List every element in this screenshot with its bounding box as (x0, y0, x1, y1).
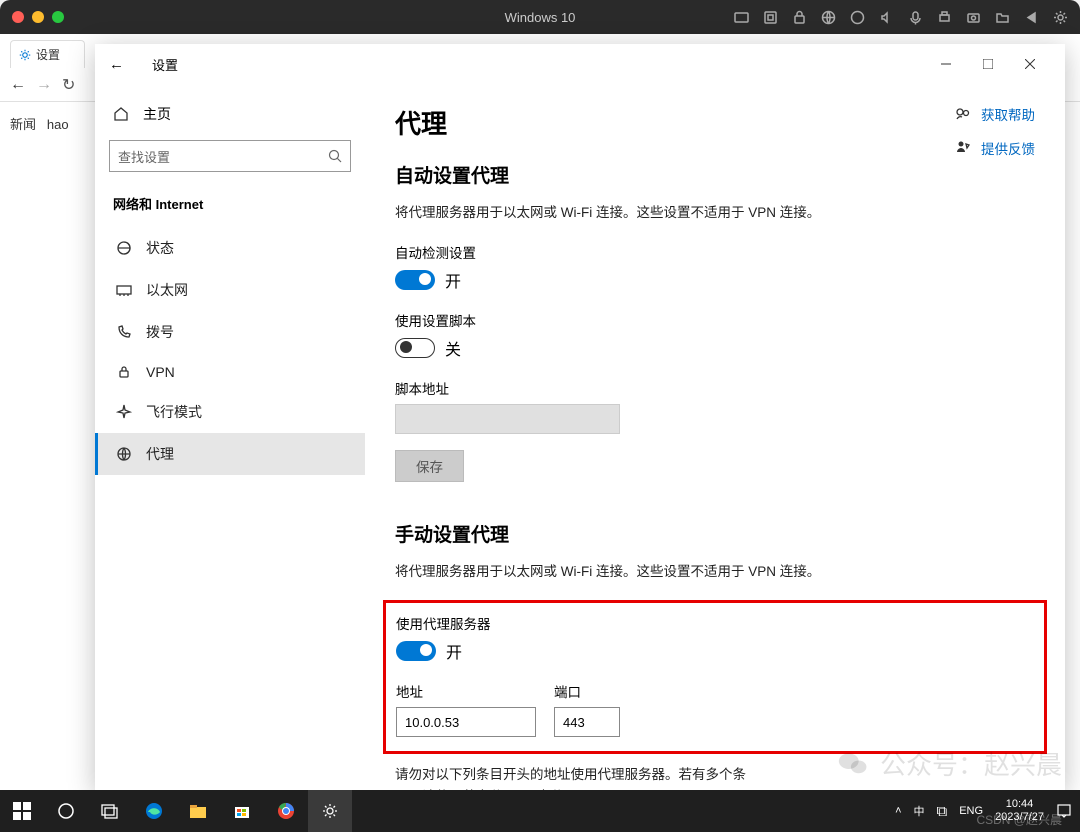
sidebar-item-label: 拨号 (146, 322, 174, 342)
feedback-label: 提供反馈 (981, 138, 1035, 158)
mac-titlebar: Windows 10 (0, 0, 1080, 34)
sidebar-item-dialup[interactable]: 拨号 (95, 311, 365, 353)
store-button[interactable] (220, 790, 264, 832)
vm-title: Windows 10 (0, 10, 1080, 25)
auto-detect-label: 自动检测设置 (395, 242, 1035, 262)
browser-page-links: 新闻 hao (0, 102, 95, 145)
settings-main: 获取帮助 提供反馈 代理 自动设置代理 将代理服务器用于以太网或 Wi-Fi 连… (365, 84, 1065, 790)
help-label: 获取帮助 (981, 104, 1035, 124)
proxy-port-input[interactable] (554, 707, 620, 737)
sidebar-item-vpn[interactable]: VPN (95, 353, 365, 391)
start-button[interactable] (0, 790, 44, 832)
search-placeholder: 查找设置 (118, 147, 170, 166)
browser-tab[interactable]: 设置 (10, 40, 85, 68)
edge-button[interactable] (132, 790, 176, 832)
taskbar: ˄ 中 ⧉ ENG 10:44 2023/7/27 (0, 790, 1080, 832)
sidebar-item-proxy[interactable]: 代理 (95, 433, 365, 475)
forward-button: → (36, 76, 52, 94)
sidebar-category: 网络和 Internet (95, 190, 365, 227)
feedback-icon (955, 140, 971, 156)
use-proxy-toggle[interactable] (396, 641, 436, 661)
sidebar-item-status[interactable]: 状态 (95, 227, 365, 269)
auto-save-button: 保存 (395, 450, 464, 482)
taskview-button[interactable] (88, 790, 132, 832)
maximize-button[interactable] (967, 48, 1009, 80)
wechat-icon (836, 747, 870, 781)
search-icon (328, 149, 342, 163)
home-icon (113, 106, 129, 122)
sidebar-home[interactable]: 主页 (95, 94, 365, 134)
news-link[interactable]: 新闻 (10, 117, 36, 132)
sidebar-item-label: 以太网 (146, 280, 188, 300)
feedback-link[interactable]: 提供反馈 (955, 138, 1035, 158)
auto-desc: 将代理服务器用于以太网或 Wi-Fi 连接。这些设置不适用于 VPN 连接。 (395, 202, 1035, 224)
highlight-box: 使用代理服务器 开 地址 端口 (383, 600, 1047, 754)
minimize-button[interactable] (925, 48, 967, 80)
use-proxy-state: 开 (446, 639, 462, 663)
close-button[interactable] (1009, 48, 1051, 80)
settings-window: ← 设置 主页 查找设置 网络和 Internet (95, 44, 1065, 790)
tray-chevron-icon[interactable]: ˄ (895, 805, 901, 817)
right-links: 获取帮助 提供反馈 (955, 104, 1035, 172)
proxy-icon (116, 446, 132, 462)
status-icon (116, 240, 132, 256)
sidebar-item-label: 代理 (146, 444, 174, 464)
explorer-button[interactable] (176, 790, 220, 832)
ime-squares-icon[interactable]: ⧉ (937, 803, 948, 820)
manual-desc: 将代理服务器用于以太网或 Wi-Fi 连接。这些设置不适用于 VPN 连接。 (395, 561, 1035, 583)
vpn-icon (116, 364, 132, 380)
use-proxy-label: 使用代理服务器 (396, 613, 1034, 633)
dialup-icon (116, 324, 132, 340)
settings-header: ← 设置 (95, 44, 1065, 84)
search-input[interactable]: 查找设置 (109, 140, 351, 172)
help-link[interactable]: 获取帮助 (955, 104, 1035, 124)
script-label: 使用设置脚本 (395, 310, 1035, 330)
port-label: 端口 (554, 681, 620, 701)
watermark-csdn: CSDN @赵兴晨 (976, 811, 1062, 828)
sidebar-item-ethernet[interactable]: 以太网 (95, 269, 365, 311)
addr-label: 地址 (396, 681, 536, 701)
back-button[interactable]: ← (10, 76, 26, 94)
sidebar-item-label: 飞行模式 (146, 402, 202, 422)
settings-sidebar: 主页 查找设置 网络和 Internet 状态 以太网 拨号 (95, 84, 365, 790)
help-icon (955, 106, 971, 122)
script-toggle[interactable] (395, 338, 435, 358)
ime-chinese[interactable]: 中 (914, 803, 925, 819)
reload-button[interactable]: ↻ (62, 75, 75, 95)
settings-title: 设置 (152, 55, 178, 74)
browser-tab-label: 设置 (36, 46, 60, 63)
watermark-wechat: 公众号：赵兴晨 (836, 745, 1062, 782)
cortana-button[interactable] (44, 790, 88, 832)
script-state: 关 (445, 336, 461, 360)
page-title: 代理 (395, 104, 1035, 141)
sidebar-item-label: 状态 (146, 238, 174, 258)
airplane-icon (116, 404, 132, 420)
auto-heading: 自动设置代理 (395, 161, 1035, 188)
exclude-desc: 请勿对以下列条目开头的地址使用代理服务器。若有多个条目，请使用英文分号 (;) … (395, 764, 765, 790)
script-addr-input (395, 404, 620, 434)
gear-icon (19, 49, 31, 61)
back-arrow[interactable]: ← (109, 56, 124, 73)
auto-detect-toggle[interactable] (395, 270, 435, 290)
settings-taskbar-button[interactable] (308, 790, 352, 832)
auto-detect-state: 开 (445, 268, 461, 292)
ethernet-icon (116, 282, 132, 298)
sidebar-item-label: VPN (146, 364, 175, 380)
script-addr-label: 脚本地址 (395, 378, 1035, 398)
manual-heading: 手动设置代理 (395, 520, 1035, 547)
sidebar-item-airplane[interactable]: 飞行模式 (95, 391, 365, 433)
sidebar-home-label: 主页 (143, 104, 171, 124)
hao-link[interactable]: hao (47, 117, 69, 132)
proxy-address-input[interactable] (396, 707, 536, 737)
chrome-button[interactable] (264, 790, 308, 832)
